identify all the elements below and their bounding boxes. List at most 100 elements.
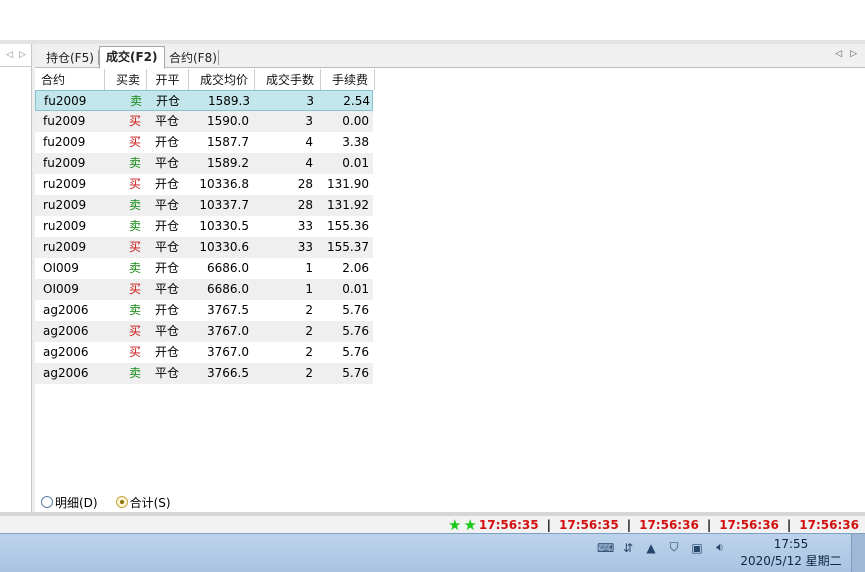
cell-open-close: 开仓 [155, 177, 180, 191]
table-row[interactable]: ru2009 买开仓 10336.8 28 131.90 [35, 174, 373, 195]
column-header-lots[interactable]: 成交手数 [255, 69, 321, 90]
tab-contracts[interactable]: 合约(F8) [162, 47, 224, 68]
table-row[interactable]: ru2009 买平仓 10330.6 33 155.37 [35, 237, 373, 258]
volume-icon[interactable]: 🔉︎ [712, 540, 728, 555]
cell-fee: 131.92 [327, 198, 369, 212]
cell-avg-price: 1587.7 [207, 135, 249, 149]
cell-contract: fu2009 [43, 135, 86, 149]
cell-open-close: 平仓 [155, 366, 180, 380]
tab-next-icon[interactable]: ▷ [850, 49, 857, 59]
taskbar-time: 17:55 [773, 537, 809, 551]
cell-contract: ru2009 [43, 240, 87, 254]
column-header-fee[interactable]: 手续费 [321, 69, 375, 90]
cell-lots: 33 [297, 240, 313, 254]
show-desktop-button[interactable] [851, 534, 865, 572]
table-row[interactable]: ru2009 卖平仓 10337.7 28 131.92 [35, 195, 373, 216]
radio-total-dot[interactable] [115, 496, 128, 508]
cell-open-close: 平仓 [155, 198, 180, 212]
cell-contract: fu2009 [43, 114, 86, 128]
tab-separator [218, 50, 219, 65]
taskbar-date: 2020/5/12 星期二 [740, 554, 842, 568]
cell-avg-price: 10336.8 [199, 177, 249, 191]
table-row[interactable]: OI009 卖开仓 6686.0 1 2.06 [35, 258, 373, 279]
cell-avg-price: 3767.0 [207, 324, 249, 338]
server-time: 17:56:36 [639, 517, 699, 532]
time-separator: | [706, 517, 712, 532]
radio-total[interactable]: 合计(S) [115, 494, 171, 511]
table-row[interactable]: fu2009 卖开仓 1589.3 3 2.54 [35, 90, 373, 111]
column-header-open-close[interactable]: 开平 [147, 69, 189, 90]
table-row[interactable]: ag2006 卖开仓 3767.5 2 5.76 [35, 300, 373, 321]
radio-detail-label: 明细(D) [55, 495, 98, 510]
tab-bar: 持仓(F5) 成交(F2) 合约(F8) ◁ ▷ [35, 44, 865, 69]
cell-side: 买 [128, 324, 141, 338]
network-icon[interactable]: ▣ [689, 541, 705, 555]
left-prev-icon[interactable]: ◁ [6, 50, 13, 60]
cell-contract: ag2006 [43, 345, 89, 359]
column-header-side[interactable]: 买卖 [105, 69, 147, 90]
table-row[interactable]: ag2006 买开仓 3767.0 2 5.76 [35, 342, 373, 363]
cell-lots: 2 [305, 303, 313, 317]
time-separator: | [546, 517, 552, 532]
column-header-contract[interactable]: 合约 [35, 69, 105, 90]
cell-side: 买 [128, 282, 141, 296]
cell-avg-price: 3766.5 [207, 366, 249, 380]
tab-positions[interactable]: 持仓(F5) [39, 47, 101, 68]
cell-avg-price: 1589.3 [208, 94, 250, 108]
table-row[interactable]: OI009 买平仓 6686.0 1 0.01 [35, 279, 373, 300]
cell-open-close: 开仓 [156, 94, 181, 108]
connection-star-icon: ★ [448, 515, 462, 534]
cell-fee: 155.37 [327, 240, 369, 254]
server-time: 17:56:35 [559, 517, 619, 532]
cell-open-close: 平仓 [155, 282, 180, 296]
tab-trades[interactable]: 成交(F2) [99, 46, 165, 69]
cell-open-close: 开仓 [155, 345, 180, 359]
cell-avg-price: 10337.7 [199, 198, 249, 212]
table-row[interactable]: ag2006 买平仓 3767.0 2 5.76 [35, 321, 373, 342]
tab-prev-icon[interactable]: ◁ [835, 49, 842, 59]
cell-open-close: 开仓 [155, 303, 180, 317]
status-bar: ★ ★ 17:56:35 | 17:56:35 | 17:56:36 | 17:… [0, 515, 865, 534]
cell-contract: OI009 [43, 282, 79, 296]
column-header-avg-price[interactable]: 成交均价 [189, 69, 255, 90]
cell-avg-price: 3767.5 [207, 303, 249, 317]
table-row[interactable]: fu2009 买平仓 1590.0 3 0.00 [35, 111, 373, 132]
cell-contract: OI009 [43, 261, 79, 275]
trading-window: ◁ ▷ 持仓(F5) 成交(F2) 合约(F8) ◁ ▷ 合约 买卖 开平 成交… [0, 0, 865, 572]
cell-fee: 5.76 [342, 324, 369, 338]
table-row[interactable]: ru2009 卖开仓 10330.5 33 155.36 [35, 216, 373, 237]
cell-open-close: 平仓 [155, 156, 180, 170]
time-separator: | [786, 517, 792, 532]
radio-detail-dot[interactable] [41, 496, 53, 508]
table-row[interactable]: fu2009 卖平仓 1589.2 4 0.01 [35, 153, 373, 174]
cell-fee: 5.76 [342, 345, 369, 359]
keyboard-icon[interactable]: ⌨ [597, 541, 614, 555]
cell-lots: 4 [305, 156, 313, 170]
cell-lots: 1 [305, 261, 313, 275]
cell-lots: 28 [297, 177, 313, 191]
table-row[interactable]: fu2009 买开仓 1587.7 4 3.38 [35, 132, 373, 153]
cell-side: 买 [128, 177, 141, 191]
show-hidden-icons-icon[interactable]: ▲ [643, 541, 659, 555]
shield-icon[interactable]: ⛉ [666, 540, 682, 555]
left-tab-nav: ◁ ▷ [0, 44, 32, 67]
input-method-icon[interactable]: ⇵ [620, 541, 636, 555]
cell-contract: ag2006 [43, 303, 89, 317]
table-row[interactable]: ag2006 卖平仓 3766.5 2 5.76 [35, 363, 373, 384]
cell-fee: 5.76 [342, 303, 369, 317]
cell-side: 卖 [128, 156, 141, 170]
left-next-icon[interactable]: ▷ [19, 50, 26, 60]
top-blank-area [0, 0, 865, 40]
cell-contract: ag2006 [43, 366, 89, 380]
cell-avg-price: 6686.0 [207, 261, 249, 275]
cell-lots: 28 [297, 198, 313, 212]
cell-side: 卖 [128, 261, 141, 275]
cell-open-close: 平仓 [155, 114, 180, 128]
tab-scroll-arrows: ◁ ▷ [835, 49, 857, 59]
radio-detail[interactable]: 明细(D) [41, 494, 98, 511]
cell-contract: fu2009 [44, 94, 87, 108]
cell-fee: 0.01 [342, 156, 369, 170]
cell-side: 买 [128, 240, 141, 254]
taskbar-clock[interactable]: 17:55 2020/5/12 星期二 [730, 536, 852, 570]
cell-fee: 131.90 [327, 177, 369, 191]
